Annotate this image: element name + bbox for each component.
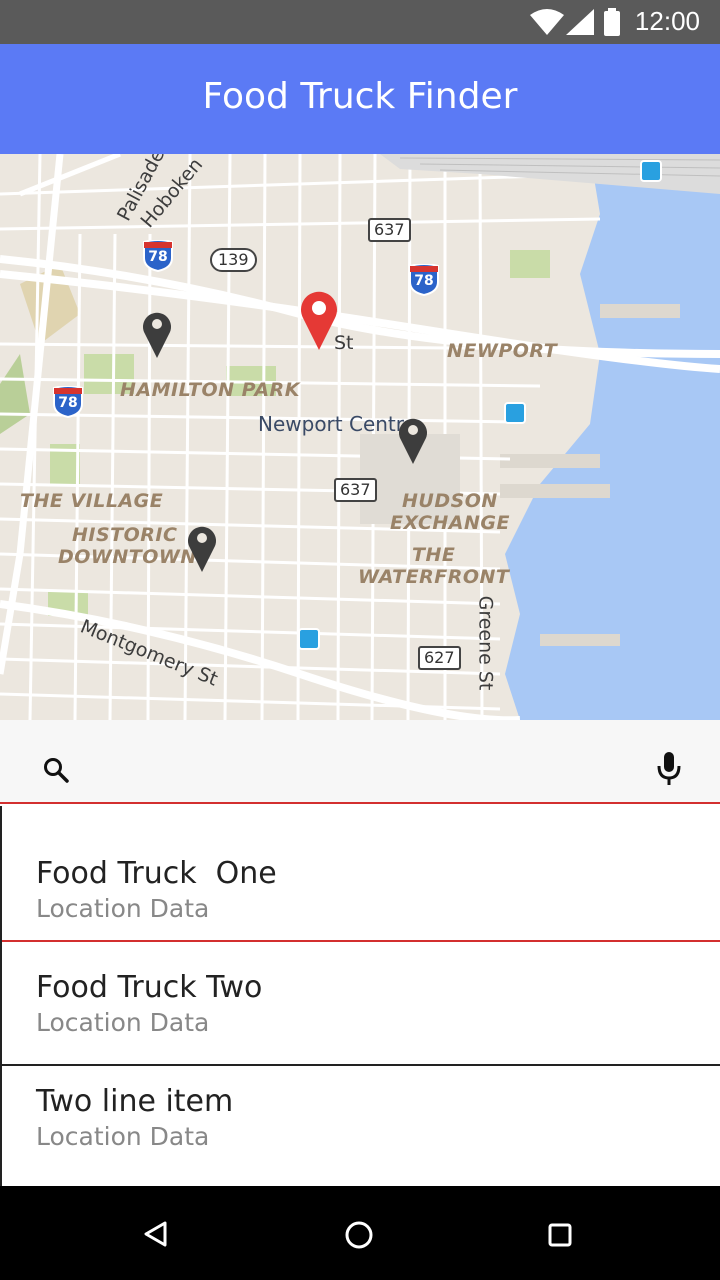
app-title: Food Truck Finder	[202, 76, 518, 117]
list-item-secondary: Location Data	[36, 894, 210, 923]
list-item-secondary: Location Data	[36, 1122, 210, 1151]
interstate-label: 78	[58, 395, 78, 411]
map-pin-icon[interactable]	[141, 310, 173, 358]
list-item-secondary: Location Data	[36, 1008, 210, 1037]
list-item[interactable]: Two line item Location Data	[2, 1066, 720, 1186]
home-icon[interactable]	[344, 1220, 374, 1250]
route-shield: 139	[210, 248, 257, 272]
map-label-exchange: EXCHANGE	[390, 512, 510, 534]
food-truck-list: Food Truck One Location Data Food Truck …	[0, 806, 720, 1186]
map-pin-icon[interactable]	[186, 524, 218, 572]
list-item-primary: Food Truck Two	[36, 970, 263, 1005]
map-label-the: THE	[412, 544, 456, 566]
route-shield: 637	[368, 218, 411, 242]
map-view[interactable]: HAMILTON PARK NEWPORT THE VILLAGE HISTOR…	[0, 154, 720, 720]
route-shield: 637	[334, 478, 377, 502]
search-bar[interactable]	[0, 720, 720, 804]
recents-icon[interactable]	[548, 1223, 572, 1247]
battery-icon	[604, 8, 620, 36]
map-label-newport: NEWPORT	[447, 340, 558, 362]
wifi-icon	[530, 9, 564, 35]
interstate-label: 78	[148, 249, 168, 265]
map-label-waterfront: WATERFRONT	[358, 566, 510, 588]
interstate-shield: 78	[142, 239, 174, 273]
route-shield: 627	[418, 646, 461, 670]
interstate-shield: 78	[408, 263, 440, 297]
status-time: 12:00	[634, 6, 700, 36]
map-label-hudson: HUDSON	[402, 490, 498, 512]
app-bar: Food Truck Finder	[0, 44, 720, 154]
map-label-the-village: THE VILLAGE	[20, 490, 164, 512]
transit-icon	[298, 628, 320, 650]
status-bar: 12:00	[0, 0, 720, 44]
transit-icon	[640, 160, 662, 182]
street-label-greene: Greene St	[474, 595, 497, 691]
search-icon[interactable]	[42, 756, 70, 784]
interstate-shield: 78	[52, 385, 84, 419]
transit-icon	[504, 402, 526, 424]
list-item[interactable]: Food Truck One Location Data	[2, 806, 720, 942]
map-label-hamilton-park: HAMILTON PARK	[120, 379, 300, 401]
system-nav-bar	[0, 1186, 720, 1280]
list-item[interactable]: Food Truck Two Location Data	[2, 942, 720, 1066]
interstate-label: 78	[414, 273, 434, 289]
poi-label-newport-centre: Newport Centre	[258, 412, 416, 436]
cell-signal-icon	[566, 9, 594, 35]
microphone-icon[interactable]	[656, 752, 682, 786]
list-item-primary: Food Truck One	[36, 856, 277, 891]
map-label-historic: HISTORIC	[72, 524, 178, 546]
selected-map-pin-icon[interactable]	[299, 290, 339, 350]
map-label-downtown: DOWNTOWN	[58, 546, 197, 568]
back-icon[interactable]	[142, 1220, 168, 1248]
list-item-primary: Two line item	[36, 1084, 234, 1119]
map-pin-icon[interactable]	[397, 416, 429, 464]
